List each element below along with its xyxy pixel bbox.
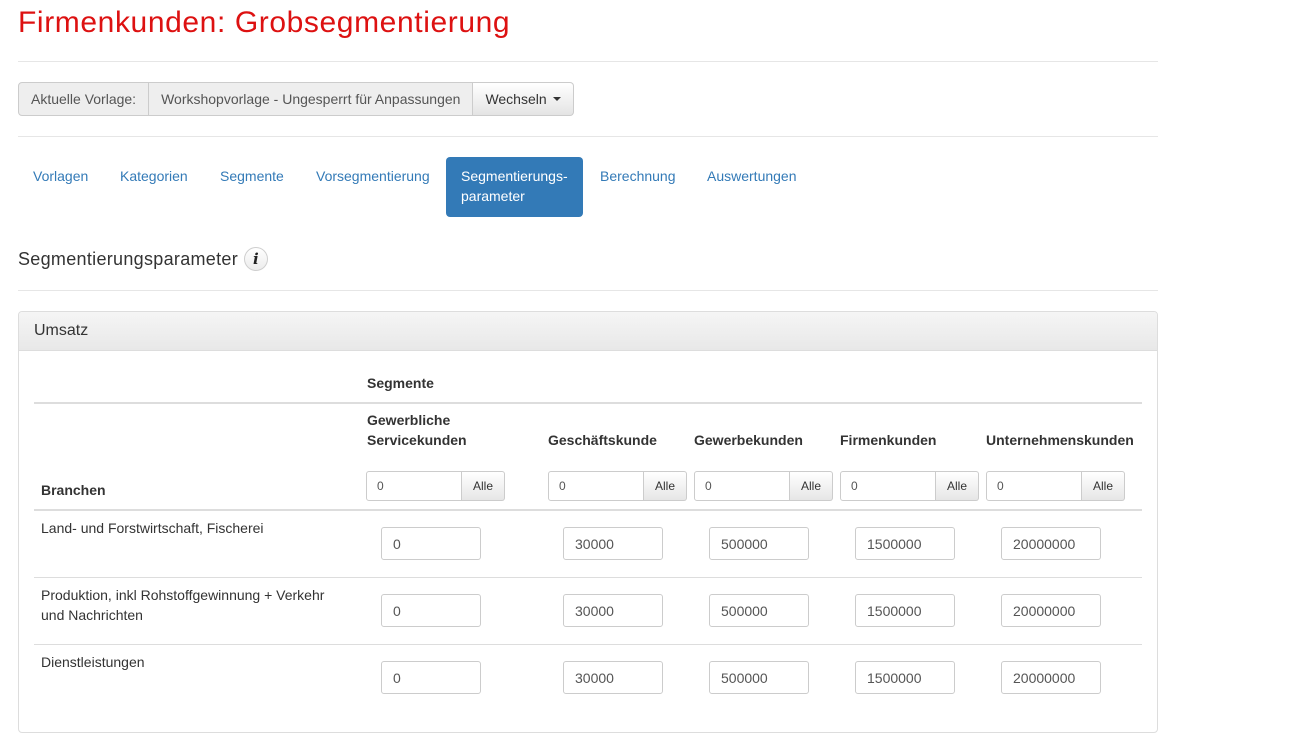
set-all-input[interactable] bbox=[986, 471, 1082, 501]
divider bbox=[18, 61, 1158, 62]
apply-all-button[interactable]: Alle bbox=[644, 471, 688, 501]
tab-kategorien[interactable]: Kategorien bbox=[105, 157, 203, 195]
row-label-line2: und Nachrichten bbox=[41, 607, 143, 623]
segments-header: Segmente bbox=[367, 375, 434, 391]
set-all-input[interactable] bbox=[694, 471, 790, 501]
threshold-input[interactable] bbox=[1001, 661, 1101, 694]
set-all-input[interactable] bbox=[840, 471, 936, 501]
switch-template-button[interactable]: Wechseln bbox=[473, 82, 574, 116]
threshold-input[interactable] bbox=[709, 661, 809, 694]
tab-vorlagen[interactable]: Vorlagen bbox=[18, 157, 103, 195]
threshold-input[interactable] bbox=[1001, 527, 1101, 560]
col-header-gewerbliche-servicekunden: Gewerbliche Servicekunden bbox=[367, 410, 467, 450]
threshold-input[interactable] bbox=[563, 527, 663, 560]
divider bbox=[18, 290, 1158, 291]
row-label-produktion: Produktion, inkl Rohstoffgewinnung + Ver… bbox=[41, 585, 361, 625]
row-label-land-forstwirtschaft: Land- und Forstwirtschaft, Fischerei bbox=[41, 520, 264, 536]
tab-berechnung[interactable]: Berechnung bbox=[585, 157, 691, 195]
threshold-input[interactable] bbox=[855, 594, 955, 627]
threshold-input[interactable] bbox=[855, 527, 955, 560]
threshold-input[interactable] bbox=[563, 594, 663, 627]
apply-all-button[interactable]: Alle bbox=[462, 471, 506, 501]
threshold-input[interactable] bbox=[563, 661, 663, 694]
tab-segmente[interactable]: Segmente bbox=[205, 157, 299, 195]
threshold-input[interactable] bbox=[1001, 594, 1101, 627]
row-label-line1: Produktion, inkl Rohstoffgewinnung + Ver… bbox=[41, 587, 325, 603]
col-header-unternehmenskunden: Unternehmenskunden bbox=[986, 432, 1134, 448]
caret-down-icon bbox=[552, 97, 561, 101]
row-divider bbox=[34, 577, 1142, 578]
set-all-group: Alle bbox=[840, 471, 980, 501]
set-all-input[interactable] bbox=[366, 471, 462, 501]
tab-vorsegmentierung[interactable]: Vorsegmentierung bbox=[301, 157, 445, 195]
col-header-geschaeftskunde: Geschäftskunde bbox=[548, 432, 657, 448]
col-header-gewerbekunden: Gewerbekunden bbox=[694, 432, 803, 448]
col-header-line1: Gewerbliche bbox=[367, 412, 451, 428]
switch-template-label: Wechseln bbox=[485, 91, 547, 107]
apply-all-button[interactable]: Alle bbox=[936, 471, 980, 501]
threshold-input[interactable] bbox=[709, 594, 809, 627]
set-all-group: Alle bbox=[694, 471, 834, 501]
threshold-input[interactable] bbox=[855, 661, 955, 694]
tab-segmentierungsparameter[interactable]: Segmentierungs- parameter bbox=[446, 157, 583, 217]
threshold-input[interactable] bbox=[381, 527, 481, 560]
tab-label-line2: parameter bbox=[461, 188, 525, 204]
current-template: Workshopvorlage - Ungesperrt für Anpassu… bbox=[149, 82, 474, 116]
set-all-group: Alle bbox=[548, 471, 688, 501]
apply-all-button[interactable]: Alle bbox=[790, 471, 834, 501]
threshold-input[interactable] bbox=[381, 594, 481, 627]
row-divider bbox=[34, 644, 1142, 645]
col-header-line2: Servicekunden bbox=[367, 432, 467, 448]
col-header-firmenkunden: Firmenkunden bbox=[840, 432, 937, 448]
section-title-text: Segmentierungsparameter bbox=[18, 248, 239, 269]
template-label: Aktuelle Vorlage: bbox=[18, 82, 150, 116]
umsatz-panel: Umsatz Segmente Gewerbliche Servicekunde… bbox=[18, 311, 1158, 733]
info-icon[interactable]: i bbox=[244, 247, 269, 271]
panel-heading: Umsatz bbox=[19, 312, 1157, 351]
branchen-header: Branchen bbox=[41, 482, 106, 498]
threshold-input[interactable] bbox=[709, 527, 809, 560]
template-selector: Aktuelle Vorlage: Workshopvorlage - Unge… bbox=[18, 82, 574, 116]
section-title: Segmentierungsparameter i bbox=[18, 247, 269, 271]
set-all-input[interactable] bbox=[548, 471, 644, 501]
set-all-group: Alle bbox=[986, 471, 1126, 501]
threshold-input[interactable] bbox=[381, 661, 481, 694]
header-rule bbox=[34, 402, 1142, 404]
tab-label-line1: Segmentierungs- bbox=[461, 168, 568, 184]
page-title: Firmenkunden: Grobsegmentierung bbox=[18, 6, 511, 39]
set-all-group: Alle bbox=[366, 471, 506, 501]
apply-all-button[interactable]: Alle bbox=[1082, 471, 1126, 501]
divider bbox=[18, 136, 1158, 137]
tab-auswertungen[interactable]: Auswertungen bbox=[692, 157, 812, 195]
header-bottom-rule bbox=[34, 509, 1142, 511]
row-label-dienstleistungen: Dienstleistungen bbox=[41, 654, 145, 670]
